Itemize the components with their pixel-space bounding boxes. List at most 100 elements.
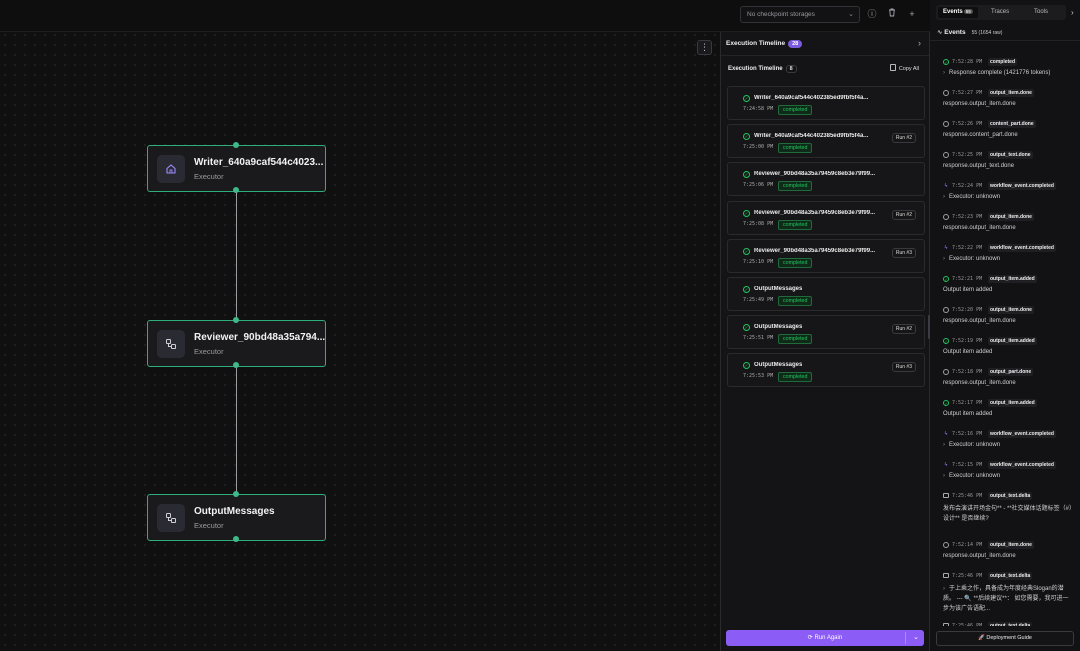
event-type-badge: output_item.done (988, 89, 1034, 97)
event-description: response.output_item.done (943, 380, 1016, 386)
event-type-badge: output_text.delta (988, 492, 1033, 500)
event-time: 7:52:18 PM (952, 369, 983, 375)
check-circle-icon: ✓ (943, 59, 949, 65)
play-icon: ⟳ (807, 635, 815, 641)
event-type-badge: workflow_event.completed (988, 461, 1056, 469)
tab-traces[interactable]: Traces (986, 7, 1014, 18)
timeline-item[interactable]: ✓ OutputMessages 7:25:51 PM completed Run #2 (727, 315, 925, 350)
execution-timeline-panel: Execution Timeline 28 › Execution Timelin… (720, 32, 930, 651)
port-reviewer-top[interactable] (233, 317, 239, 323)
status-badge: completed (778, 143, 813, 154)
timeline-item-time: 7:24:58 PM (743, 106, 774, 112)
event-description: Output item added (943, 411, 993, 417)
port-output-bottom[interactable] (233, 536, 239, 542)
edge-writer-reviewer (235, 190, 237, 321)
check-circle-icon: ✓ (943, 400, 949, 406)
edge-reviewer-output (235, 365, 237, 495)
run-badge: Run #2 (891, 209, 916, 220)
run-again-label: Run Again (814, 635, 843, 641)
timeline-item-time: 7:25:49 PM (743, 297, 774, 303)
timeline-item[interactable]: ✓ Reviewer_90bd48a35a79459c8eb3e79f99... 7… (727, 162, 925, 197)
event-time: 7:52:27 PM (952, 90, 983, 96)
timeline-item[interactable]: ✓ Reviewer_90bd48a35a79459c8eb3e79f99... 7… (727, 200, 925, 235)
copy-all-button[interactable]: Copy All (889, 64, 919, 72)
info-circle-icon (943, 542, 949, 548)
timeline-item-time: 7:25:06 PM (743, 182, 774, 189)
event-type-badge: output_part.done (988, 368, 1034, 376)
event-description: response.output_item.done (943, 318, 1016, 324)
node-subtitle: Executor (194, 521, 224, 530)
app-root: Writer_640a9caf544c4023... Executor Revi… (0, 0, 1080, 651)
top-toolbar: No checkpoint storages ⌄ ⓘ + (0, 0, 930, 32)
event-type-badge: output_item.added (988, 337, 1037, 345)
event-time: 7:52:21 PM (952, 276, 983, 282)
event-type-badge: workflow_event.completed (988, 182, 1056, 190)
more-options-icon[interactable]: ⋮ (697, 40, 712, 55)
event-time: 7:52:23 PM (952, 214, 983, 220)
event-type-badge: output_item.added (988, 275, 1037, 283)
info-circle-icon (943, 214, 949, 220)
events-panel: Events 55 Traces Tools › ∿ Events 55 (1654… (930, 0, 1080, 651)
timeline-header[interactable]: Execution Timeline 28 › (721, 32, 929, 56)
run-again-button[interactable]: ⟳ Run Again ⌄ (726, 630, 924, 646)
port-output-top[interactable] (233, 491, 239, 497)
node-title: Reviewer_90bd48a35a794... (194, 332, 326, 343)
event-description: response.content_part.done (943, 132, 1018, 138)
status-badge: completed (778, 219, 813, 230)
timeline-item[interactable]: ✓ OutputMessages 7:25:49 PM completed (727, 277, 925, 311)
workflow-canvas[interactable]: Writer_640a9caf544c4023... Executor Revi… (0, 0, 720, 651)
node-writer[interactable]: Writer_640a9caf544c4023... Executor (147, 145, 326, 192)
chevron-down-icon[interactable]: ⌄ (913, 633, 919, 641)
check-circle-icon: ✓ (943, 276, 949, 282)
events-list[interactable]: ✓7:52:28 PMcompletedResponse complete (1… (930, 48, 1080, 626)
status-badge: completed (778, 105, 813, 115)
tab-tools[interactable]: Tools (1029, 7, 1053, 18)
event-description: Output item added (943, 349, 993, 355)
node-outputmessages[interactable]: OutputMessages Executor (147, 494, 326, 541)
event-type-badge: workflow_event.completed (988, 244, 1056, 252)
run-badge: Run #3 (891, 362, 916, 373)
port-writer-bottom[interactable] (233, 187, 239, 193)
info-circle-icon (943, 152, 949, 158)
port-reviewer-bottom[interactable] (233, 362, 239, 368)
chevron-right-icon[interactable]: › (1071, 8, 1074, 17)
timeline-item[interactable]: ✓ OutputMessages 7:25:53 PM completed Run #3 (727, 353, 925, 388)
event-description: Executor: unknown (943, 473, 1000, 479)
checkpoint-storage-select[interactable]: No checkpoint storages ⌄ (740, 6, 860, 23)
activity-icon: ϟ (944, 462, 948, 468)
status-badge: completed (778, 372, 813, 383)
event-type-badge: output_item.added (988, 399, 1037, 407)
status-badge: completed (778, 257, 813, 268)
event-description: response.output_text.done (943, 163, 1015, 169)
port-writer-top[interactable] (233, 142, 239, 148)
chevron-down-icon: ⌄ (848, 11, 854, 18)
deployment-guide-button[interactable]: 🚀 Deployment Guide (936, 631, 1074, 646)
event-description: response.output_item.done (943, 553, 1016, 559)
event-type-badge: content_part.done (988, 120, 1036, 128)
copy-icon (889, 64, 896, 71)
chevron-right-icon[interactable]: › (918, 38, 921, 48)
executor-icon (157, 330, 185, 358)
node-reviewer[interactable]: Reviewer_90bd48a35a794... Executor (147, 320, 326, 367)
timeline-item[interactable]: ✓ Reviewer_90bd48a35a79459c8eb3e79f99... 7… (727, 238, 925, 273)
timeline-item[interactable]: ✓ Writer_640a9caf544c402385ed9fbf5f4a... 7… (727, 124, 925, 159)
executor-icon (157, 504, 185, 532)
trash-icon[interactable] (886, 8, 898, 20)
check-circle-icon: ✓ (743, 171, 750, 179)
event-time: 7:25:46 PM (952, 623, 983, 626)
timeline-item[interactable]: ✓ Writer_640a9caf544c402385ed9fbf5f4a... 7… (727, 86, 925, 120)
event-description: 发布会演讲开场金句** - **社交媒体话题标签（#）设计** 是否继续? (943, 506, 1073, 522)
info-icon[interactable]: ⓘ (866, 8, 878, 20)
check-circle-icon: ✓ (743, 324, 750, 332)
timeline-item-name: Reviewer_90bd48a35a79459c8eb3e79f99... (754, 209, 876, 216)
event-type-badge: output_item.done (988, 541, 1034, 549)
timeline-sub-count: 8 (785, 65, 797, 73)
tab-events[interactable]: Events 55 (938, 7, 978, 18)
event-description: Output item added (943, 287, 993, 293)
plus-icon[interactable]: + (906, 8, 918, 20)
event-type-badge: output_text.delta (988, 572, 1033, 580)
message-icon (943, 623, 949, 626)
event-type-badge: output_item.done (988, 306, 1034, 314)
home-icon (157, 155, 185, 183)
event-time: 7:52:20 PM (952, 307, 983, 313)
